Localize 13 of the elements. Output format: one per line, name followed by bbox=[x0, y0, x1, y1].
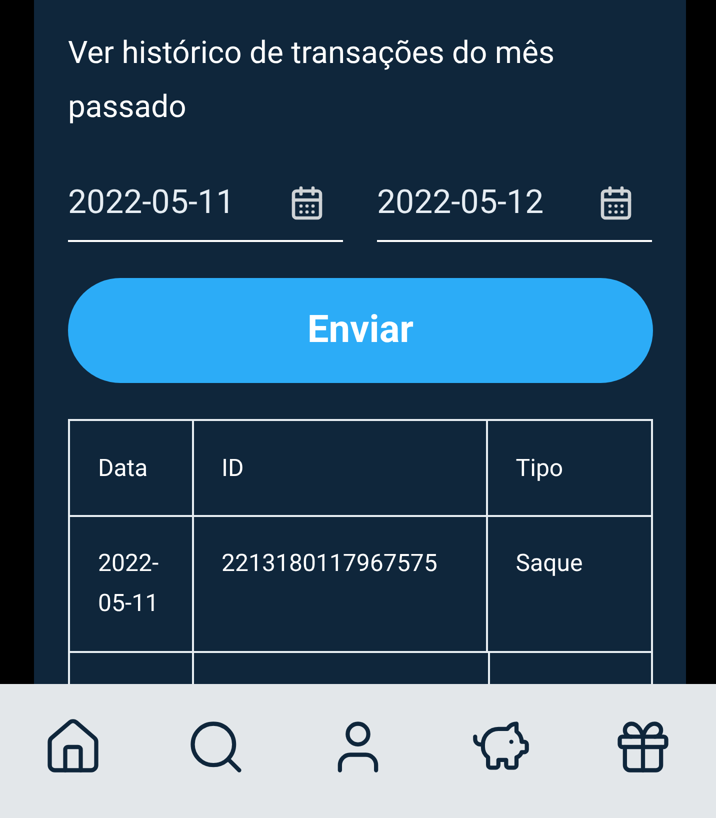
calendar-icon[interactable] bbox=[598, 185, 634, 221]
page-title: Ver histórico de transações do mês passado bbox=[68, 33, 556, 127]
date-value: 2022-05-12 bbox=[377, 182, 544, 224]
column-header: Data bbox=[70, 421, 194, 515]
column-header: Tipo bbox=[514, 453, 564, 484]
date-field[interactable]: 2022-05-12 bbox=[377, 166, 652, 242]
table-cell: 2022-05-11 bbox=[70, 517, 194, 651]
date-field[interactable]: 2022-05-11 bbox=[68, 166, 343, 242]
column-header: ID bbox=[194, 421, 488, 515]
table-cell: 2213180117967575 bbox=[194, 517, 488, 651]
date-value: 2022-05-11 bbox=[68, 182, 235, 224]
calendar-icon[interactable] bbox=[289, 185, 325, 221]
table-cell-text: Saque bbox=[514, 548, 584, 579]
